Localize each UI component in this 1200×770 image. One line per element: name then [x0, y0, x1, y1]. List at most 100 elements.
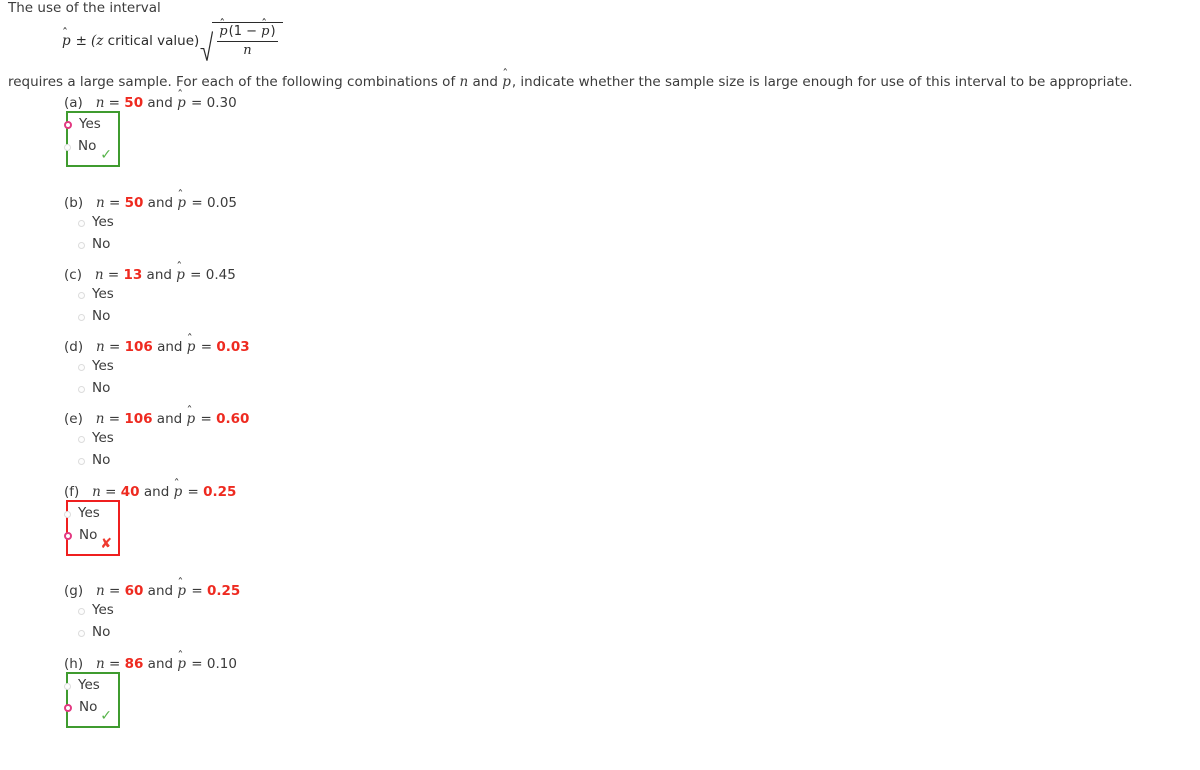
choice-label-yes: Yes: [92, 358, 114, 375]
question-prompt: (g) n = 60 and p = 0.25: [64, 583, 240, 599]
n-value: 13: [123, 267, 143, 283]
radio-yes[interactable]: [78, 363, 85, 371]
n-value: 106: [124, 339, 153, 355]
choice-yes[interactable]: Yes: [64, 507, 100, 521]
answer-choice-group: Yes No: [78, 427, 138, 475]
radio-no[interactable]: [78, 313, 85, 321]
question-prompt: (h) n = 86 and p = 0.10: [64, 656, 237, 672]
choice-label-no: No: [92, 380, 111, 397]
choice-no[interactable]: No: [78, 454, 110, 468]
question-prompt: (e) n = 106 and p = 0.60: [64, 411, 249, 427]
n-symbol: n: [95, 339, 105, 355]
n-value: 86: [124, 656, 144, 672]
question-tag: (f): [64, 484, 80, 500]
n-symbol: n: [92, 484, 101, 500]
n-value: 40: [120, 484, 140, 500]
choice-label-no: No: [79, 699, 98, 716]
p-hat-expression: p = 0.10: [177, 656, 237, 672]
radio-no[interactable]: [64, 704, 72, 712]
choice-no[interactable]: No: [78, 310, 110, 324]
n-value: 50: [124, 195, 144, 211]
question-prompt: (d) n = 106 and p = 0.03: [64, 339, 250, 355]
worksheet-page: The use of the interval p ± (z critical …: [0, 0, 1200, 770]
choice-label-yes: Yes: [92, 430, 114, 447]
radio-no[interactable]: [64, 532, 72, 540]
radio-yes[interactable]: [78, 291, 85, 299]
correct-mark-icon: ✓: [100, 147, 112, 163]
choice-yes[interactable]: Yes: [78, 288, 114, 302]
question-tag: (d): [64, 339, 84, 355]
p-hat-value: 0.25: [206, 583, 241, 599]
question-prompt: (f) n = 40 and p = 0.25: [64, 484, 236, 500]
radio-no[interactable]: [64, 143, 71, 151]
answer-choice-group: Yes No ✓: [64, 111, 120, 167]
p-hat-symbol: p: [174, 484, 184, 500]
choice-label-yes: Yes: [78, 505, 100, 522]
choice-label-no: No: [92, 624, 111, 641]
question-prompt: (a) n = 50 and p = 0.30: [64, 95, 237, 111]
choice-label-no: No: [78, 138, 97, 155]
radio-yes[interactable]: [64, 510, 71, 518]
choice-no[interactable]: No: [78, 238, 110, 252]
radio-yes[interactable]: [78, 219, 85, 227]
question-tag: (h): [64, 656, 84, 672]
n-symbol: n: [94, 267, 104, 283]
n-expression: n = 86: [95, 656, 144, 672]
p-hat-value: 0.30: [206, 95, 237, 111]
radio-yes[interactable]: [64, 682, 71, 690]
choice-no[interactable]: No: [64, 529, 97, 543]
choice-no[interactable]: No: [78, 382, 110, 396]
choice-label-no: No: [92, 452, 111, 469]
radio-no[interactable]: [78, 457, 85, 465]
choice-no[interactable]: No: [64, 701, 97, 715]
n-symbol: n: [95, 411, 105, 427]
formula-numerator: p(1 − p): [217, 23, 277, 41]
p-hat-value: 0.45: [205, 267, 236, 283]
p-hat-expression: p = 0.60: [187, 411, 250, 427]
choice-label-yes: Yes: [79, 116, 101, 133]
choice-no[interactable]: No: [78, 626, 110, 640]
correct-mark-icon: ✓: [100, 708, 112, 724]
incorrect-mark-icon: ✘: [100, 536, 112, 552]
n-symbol: n: [95, 195, 105, 211]
n-expression: n = 13: [94, 267, 143, 283]
n-value: 106: [124, 411, 153, 427]
radio-no[interactable]: [78, 241, 85, 249]
numerator-p-hat-1: p: [219, 24, 228, 39]
radio-yes[interactable]: [64, 121, 72, 129]
answer-choice-group: Yes No: [78, 355, 138, 403]
p-hat-value: 0.60: [216, 411, 250, 427]
choice-label-no: No: [92, 308, 111, 325]
question-tag: (b): [64, 195, 84, 211]
p-hat-expression: p = 0.03: [187, 339, 250, 355]
radio-yes[interactable]: [78, 435, 85, 443]
choice-no[interactable]: No: [64, 140, 96, 154]
numerator-p-hat-2: p: [261, 24, 270, 39]
p-hat-symbol: p: [176, 267, 186, 283]
choice-yes[interactable]: Yes: [64, 118, 101, 132]
formula-z-critical-text: (z critical value): [90, 33, 200, 50]
formula-plus-minus: ±: [75, 33, 87, 50]
formula-radical: p(1 − p) n: [200, 22, 283, 61]
choice-label-yes: Yes: [78, 677, 100, 694]
choice-yes[interactable]: Yes: [64, 679, 100, 693]
n-expression: n = 50: [95, 195, 144, 211]
answer-choice-group: Yes No: [78, 283, 138, 331]
inline-var-p-hat: p: [502, 74, 512, 90]
choice-label-yes: Yes: [92, 602, 114, 619]
answer-choice-group: Yes No: [78, 599, 138, 647]
n-symbol: n: [95, 95, 105, 111]
p-hat-symbol: p: [177, 195, 187, 211]
p-hat-expression: p = 0.25: [174, 484, 237, 500]
radio-no[interactable]: [78, 385, 85, 393]
radio-yes[interactable]: [78, 607, 85, 615]
choice-yes[interactable]: Yes: [78, 360, 114, 374]
radio-no[interactable]: [78, 629, 85, 637]
choice-yes[interactable]: Yes: [78, 604, 114, 618]
question-tag: (g): [64, 583, 84, 599]
choice-yes[interactable]: Yes: [78, 216, 114, 230]
choice-yes[interactable]: Yes: [78, 432, 114, 446]
n-expression: n = 40: [92, 484, 140, 500]
answer-choice-group: Yes No: [78, 211, 138, 259]
numerator-close-paren: ): [270, 24, 276, 39]
